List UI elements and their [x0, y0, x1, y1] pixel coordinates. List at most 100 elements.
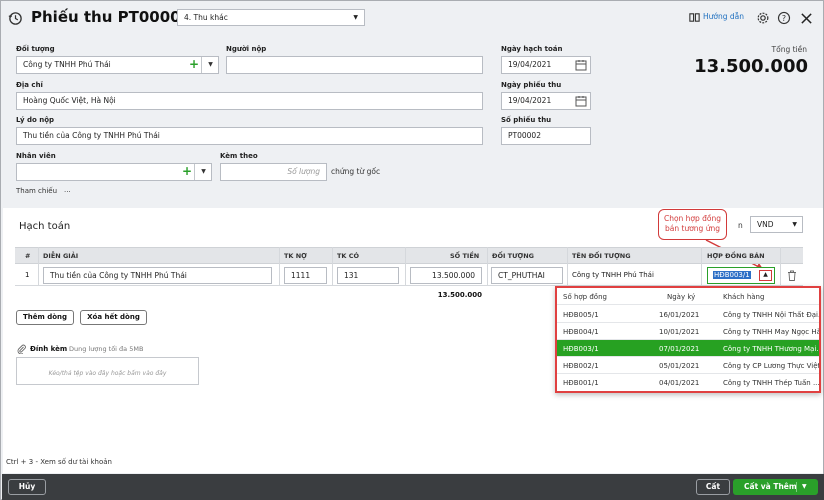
add-row-button[interactable]: Thêm dòng — [16, 310, 74, 325]
chung-tu-goc-label: chứng từ gốc — [331, 167, 381, 176]
doi-tuong-field[interactable]: Công ty TNHH Phú Thái + ▼ — [16, 56, 219, 74]
col-stt: # — [25, 252, 31, 260]
paperclip-icon — [16, 344, 26, 354]
item-khach: Công ty TNHH May Ngọc Hà — [723, 328, 819, 336]
row-doi-tuong[interactable]: CT_PHUTHAI — [491, 267, 563, 284]
col-ten-doi-tuong: TÊN ĐỐI TƯỢNG — [572, 252, 631, 260]
receipt-type-select[interactable]: 4. Thu khác ▼ — [177, 9, 365, 26]
row-dien-giai[interactable]: Thu tiền của Công ty TNHH Phú Thái — [43, 267, 272, 284]
trash-icon[interactable] — [786, 269, 798, 282]
receipt-type-value: 4. Thu khác — [184, 13, 228, 22]
currency-label: n — [738, 221, 743, 230]
popup-col-ngay: Ngày ký — [667, 293, 696, 301]
item-ngay: 07/01/2021 — [659, 345, 700, 353]
svg-text:?: ? — [782, 14, 786, 23]
nguoi-nop-label: Người nộp — [226, 45, 267, 53]
nguoi-nop-field[interactable] — [226, 56, 483, 74]
col-doi-tuong: ĐỐI TƯỢNG — [492, 252, 534, 260]
tham-chieu-label: Tham chiếu — [16, 187, 58, 195]
guide-link[interactable]: Hướng dẫn — [703, 12, 744, 21]
hach-toan-title: Hạch toán — [19, 221, 71, 232]
currency-select[interactable]: VND ▼ — [750, 216, 803, 233]
dia-chi-label: Địa chỉ — [16, 81, 43, 89]
save-add-button[interactable]: Cất và Thêm ▼ — [733, 479, 818, 495]
guide-icon[interactable] — [687, 10, 701, 24]
ly-do-field[interactable]: Thu tiền của Công ty TNHH Phú Thái — [16, 127, 483, 145]
item-khach: Công ty TNHH Thép Tuấn ... — [723, 379, 819, 387]
clear-rows-button[interactable]: Xóa hết dòng — [80, 310, 147, 325]
add-icon[interactable]: + — [189, 57, 199, 71]
row-tk-co[interactable]: 131 — [337, 267, 399, 284]
kem-theo-placeholder: Số lượng — [287, 167, 320, 176]
callout-box: Chọn hợp đồng bán tương ứng — [658, 209, 727, 240]
nhan-vien-label: Nhân viên — [16, 152, 56, 160]
chevron-up-icon[interactable]: ▲ — [759, 270, 772, 281]
history-icon[interactable] — [7, 10, 23, 26]
footer-bar: Hủy Cất Cất và Thêm ▼ — [2, 474, 824, 500]
attach-limit: Dung lượng tối đa 5MB — [69, 345, 144, 353]
item-khach: Công ty TNHH Nội Thất Đại... — [723, 311, 819, 319]
row-ten-doi-tuong: Công ty TNHH Phú Thái — [572, 271, 654, 279]
item-ngay: 05/01/2021 — [659, 362, 700, 370]
row-tk-no[interactable]: 1111 — [284, 267, 327, 284]
sum-total: 13.500.000 — [437, 291, 482, 299]
save-button[interactable]: Cất — [696, 479, 730, 495]
contract-dropdown[interactable]: Số hợp đồng Ngày ký Khách hàng HĐB005/1 … — [555, 286, 821, 393]
item-so: HĐB004/1 — [563, 328, 599, 336]
item-khach: Công ty CP Lương Thực Việt — [723, 362, 819, 370]
so-phieu-thu-field[interactable]: PT00002 — [501, 127, 591, 145]
chevron-down-icon[interactable]: ▼ — [201, 57, 218, 73]
ngay-phieu-thu-value: 19/04/2021 — [508, 96, 552, 105]
chevron-down-icon[interactable]: ▼ — [194, 164, 211, 180]
attach-dropzone[interactable]: Kéo/thả tệp vào đây hoặc bấm vào đây — [16, 357, 199, 385]
shortcut-hint: Ctrl + 3 - Xem số dư tài khoản — [6, 458, 112, 466]
list-item[interactable]: HĐB005/1 16/01/2021 Công ty TNHH Nội Thấ… — [557, 306, 819, 323]
list-item[interactable]: HĐB001/1 04/01/2021 Công ty TNHH Thép Tu… — [557, 374, 819, 391]
doi-tuong-label: Đối tượng — [16, 45, 55, 53]
dia-chi-field[interactable]: Hoàng Quốc Việt, Hà Nội — [16, 92, 483, 110]
save-add-label: Cất và Thêm — [744, 482, 797, 491]
row-stt: 1 — [25, 271, 30, 279]
calendar-icon[interactable] — [575, 95, 587, 107]
ly-do-label: Lý do nộp — [16, 116, 55, 124]
close-icon[interactable] — [798, 10, 814, 26]
total-label: Tổng tiền — [771, 45, 807, 54]
receipt-window: Phiếu thu PT00002 4. Thu khác ▼ Hướng dẫ… — [0, 0, 824, 500]
list-item-selected[interactable]: HĐB003/1 07/01/2021 Công ty TNHH THương … — [557, 340, 819, 357]
ngay-hach-toan-field[interactable]: 19/04/2021 — [501, 56, 591, 74]
nhan-vien-field[interactable]: + ▼ — [16, 163, 212, 181]
item-so: HĐB003/1 — [563, 345, 599, 353]
item-ngay: 10/01/2021 — [659, 328, 700, 336]
calendar-icon[interactable] — [575, 59, 587, 71]
kem-theo-field[interactable]: Số lượng — [220, 163, 327, 181]
page-title: Phiếu thu PT00002 — [31, 8, 192, 26]
help-icon[interactable]: ? — [776, 10, 792, 26]
popup-header: Số hợp đồng Ngày ký Khách hàng — [557, 288, 819, 305]
popup-col-so: Số hợp đồng — [563, 293, 607, 301]
currency-value: VND — [757, 220, 774, 229]
attach-drop-text: Kéo/thả tệp vào đây hoặc bấm vào đây — [48, 370, 167, 377]
item-so: HĐB005/1 — [563, 311, 599, 319]
list-item[interactable]: HĐB002/1 05/01/2021 Công ty CP Lương Thự… — [557, 357, 819, 374]
total-value: 13.500.000 — [694, 56, 808, 77]
gear-icon[interactable] — [755, 10, 771, 26]
kem-theo-label: Kèm theo — [220, 152, 258, 160]
ngay-hach-toan-label: Ngày hạch toán — [501, 45, 563, 53]
callout-text: Chọn hợp đồng bán tương ứng — [663, 214, 722, 233]
chevron-down-icon[interactable]: ▼ — [802, 479, 807, 495]
grid-header — [15, 247, 803, 264]
popup-col-khach: Khách hàng — [723, 293, 765, 301]
item-ngay: 04/01/2021 — [659, 379, 700, 387]
ngay-phieu-thu-field[interactable]: 19/04/2021 — [501, 92, 591, 110]
row-so-tien[interactable]: 13.500.000 — [410, 267, 482, 284]
col-tk-co: TK CÓ — [337, 252, 360, 260]
list-item[interactable]: HĐB004/1 10/01/2021 Công ty TNHH May Ngọ… — [557, 323, 819, 340]
cancel-button[interactable]: Hủy — [8, 479, 46, 495]
tham-chieu-more[interactable]: ... — [64, 186, 71, 194]
item-so: HĐB001/1 — [563, 379, 599, 387]
chevron-down-icon: ▼ — [353, 14, 358, 21]
split-divider — [796, 482, 797, 492]
add-icon[interactable]: + — [182, 164, 192, 178]
attach-label: Đính kèm — [30, 345, 68, 353]
hop-dong-field[interactable]: HĐB003/1 ▲ — [707, 267, 775, 284]
